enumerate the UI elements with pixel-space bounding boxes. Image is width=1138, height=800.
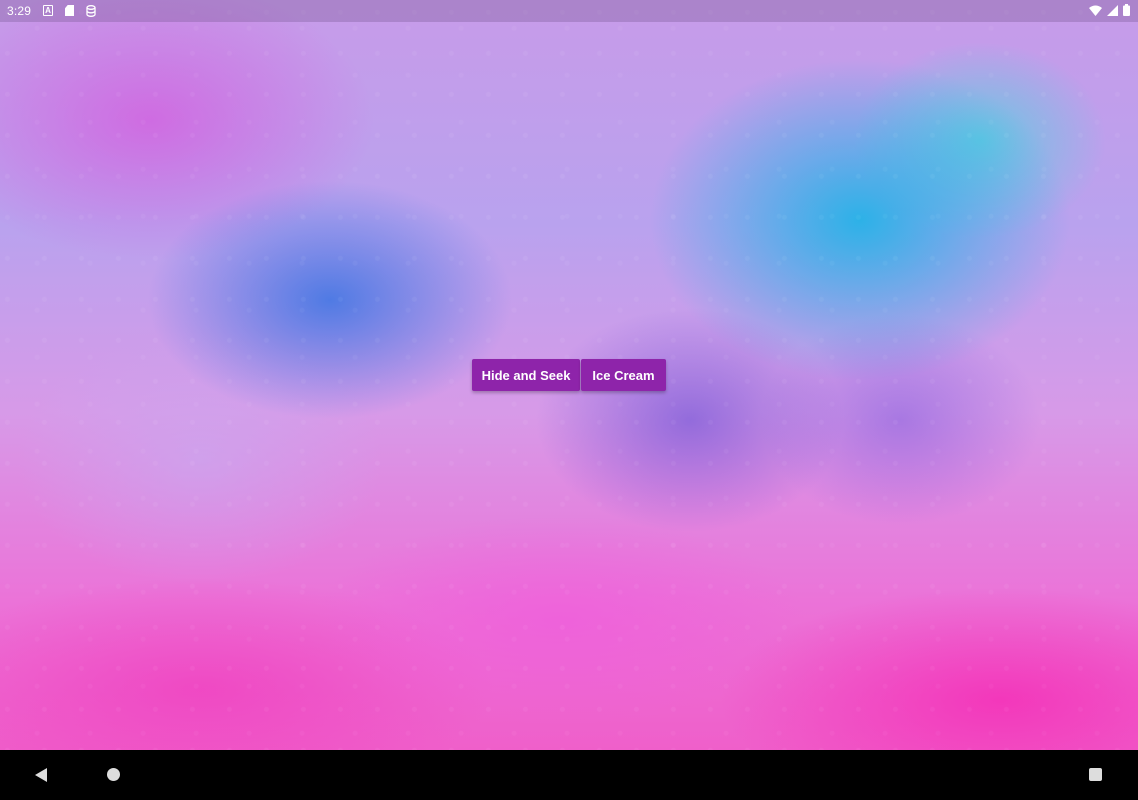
hide-and-seek-button[interactable]: Hide and Seek <box>472 359 580 391</box>
battery-icon <box>1123 4 1130 19</box>
ice-cream-button[interactable]: Ice Cream <box>581 359 666 391</box>
status-bar: 3:29 A <box>0 0 1138 22</box>
status-right-icons <box>1089 4 1130 19</box>
a-notification-icon: A <box>43 5 53 16</box>
home-icon[interactable] <box>107 768 120 781</box>
status-time: 3:29 <box>7 4 32 18</box>
wifi-icon <box>1089 5 1102 19</box>
back-icon[interactable] <box>35 768 47 782</box>
navigation-bar <box>0 750 1138 800</box>
button-row: Hide and Seek Ice Cream <box>472 359 666 391</box>
sd-card-icon <box>65 5 74 16</box>
database-icon <box>86 5 96 17</box>
recents-icon[interactable] <box>1089 768 1102 781</box>
cell-signal-icon <box>1107 4 1118 19</box>
screen: 3:29 A Hide and Seek Ice Cream <box>0 0 1138 800</box>
